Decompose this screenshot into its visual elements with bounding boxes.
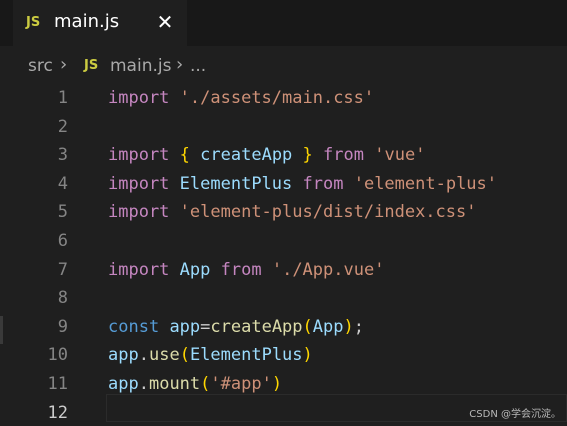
code-text[interactable]: import 'element-plus/dist/index.css' [108, 198, 476, 227]
tab-bar: JS main.js ✕ [0, 0, 567, 46]
tab-main-js[interactable]: JS main.js ✕ [13, 0, 187, 46]
line-number: 2 [57, 116, 68, 137]
line-number: 6 [57, 231, 68, 251]
code-line[interactable]: 9 const app=createApp(App); [0, 313, 567, 342]
code-line[interactable]: 7 import App from './App.vue' [0, 256, 567, 285]
code-text[interactable]: import './assets/main.css' [108, 84, 374, 113]
code-line[interactable]: 1 import './assets/main.css' [0, 84, 567, 113]
line-number: 10 [47, 345, 68, 366]
code-text[interactable]: app.use(ElementPlus) [108, 341, 313, 370]
code-line[interactable]: 6 [0, 227, 567, 256]
code-text[interactable]: const app=createApp(App); [108, 313, 364, 342]
watermark: CSDN @学会沉淀。 [469, 409, 561, 420]
chevron-right-icon: › [60, 54, 68, 75]
line-number: 1 [57, 88, 68, 108]
line-number: 12 [47, 402, 68, 423]
code-line[interactable]: 3 import { createApp } from 'vue' [0, 141, 567, 170]
chevron-right-icon: › [176, 54, 184, 75]
close-icon[interactable]: ✕ [153, 10, 177, 34]
tab-title[interactable]: main.js [54, 11, 119, 32]
code-text[interactable]: import App from './App.vue' [108, 256, 384, 285]
scroll-indicator [0, 316, 3, 344]
line-number: 4 [57, 173, 68, 194]
line-number: 8 [57, 288, 68, 309]
breadcrumb: src › JS main.js › ... [0, 46, 567, 84]
code-editor[interactable]: 1 import './assets/main.css' 2 3 import … [0, 84, 567, 426]
breadcrumb-folder[interactable]: src [28, 56, 53, 76]
code-line[interactable]: 2 [0, 113, 567, 142]
line-number: 7 [57, 259, 68, 280]
code-line[interactable]: 11 app.mount('#app') [0, 370, 567, 399]
code-text[interactable]: app.mount('#app') [108, 370, 282, 399]
line-number: 11 [47, 374, 68, 394]
breadcrumb-more[interactable]: ... [190, 56, 206, 76]
line-number: 9 [57, 316, 68, 337]
code-line[interactable]: 10 app.use(ElementPlus) [0, 341, 567, 370]
code-text[interactable]: import { createApp } from 'vue' [108, 141, 425, 170]
line-number: 3 [57, 145, 68, 166]
line-number: 5 [57, 202, 68, 223]
js-file-icon: JS [84, 58, 99, 73]
code-line[interactable]: 5 import 'element-plus/dist/index.css' [0, 198, 567, 227]
code-line[interactable]: 4 import ElementPlus from 'element-plus' [0, 170, 567, 199]
js-file-icon: JS [26, 15, 41, 30]
code-text[interactable]: import ElementPlus from 'element-plus' [108, 170, 497, 199]
code-line[interactable]: 8 [0, 284, 567, 313]
breadcrumb-file[interactable]: main.js [110, 56, 171, 76]
